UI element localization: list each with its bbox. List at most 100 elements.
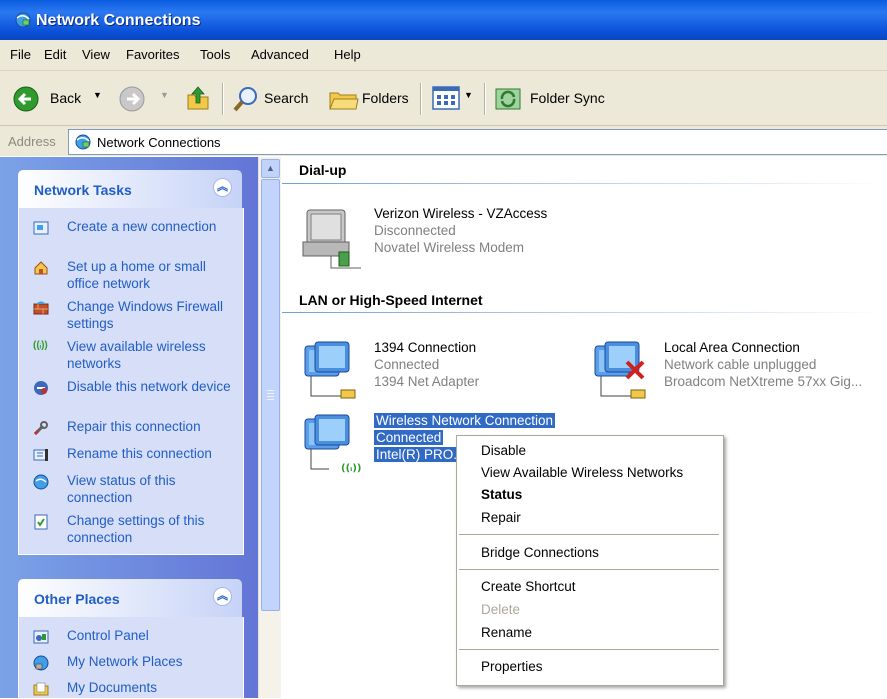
menu-item-rename[interactable]: Rename [481, 625, 532, 640]
connection-1394[interactable]: 1394 Connection Connected 1394 Net Adapt… [301, 340, 561, 410]
task-pane-scrollbar[interactable]: ▲ [258, 157, 281, 698]
menu-separator [459, 534, 719, 535]
back-arrow-icon [13, 86, 39, 112]
menu-item-repair[interactable]: Repair [481, 510, 521, 525]
views-dropdown-icon[interactable]: ▼ [464, 90, 473, 100]
connection-device: Intel(R) PRO... [374, 447, 467, 462]
dialup-modem-icon [302, 209, 361, 269]
place-my-documents[interactable]: My Documents [33, 679, 233, 699]
task-label: Set up a home or small office network [67, 259, 206, 291]
task-label: Rename this connection [67, 446, 212, 461]
folders-icon [329, 92, 359, 110]
title-bar: Network Connections [0, 0, 887, 40]
place-my-network-places[interactable]: My Network Places [33, 653, 233, 673]
menu-favorites[interactable]: Favorites [126, 47, 179, 62]
folder-sync-button[interactable]: Folder Sync [494, 85, 614, 111]
task-create-connection[interactable]: Create a new connection [33, 218, 233, 254]
other-places-panel: Control Panel My Network Places My Docum… [18, 617, 244, 699]
network-places-icon [33, 655, 49, 671]
task-label: Repair this connection [67, 419, 201, 434]
group-header-dialup: Dial-up [299, 162, 347, 178]
settings-icon [34, 514, 48, 530]
scroll-up-icon[interactable]: ▲ [261, 159, 280, 178]
folders-button[interactable]: Folders [328, 85, 414, 111]
place-control-panel[interactable]: Control Panel [33, 627, 233, 647]
views-button[interactable]: ▼ [432, 85, 478, 111]
group-divider [282, 183, 887, 184]
forward-button[interactable]: ▼ [118, 85, 169, 112]
menu-separator [459, 569, 719, 570]
task-pane: Network Tasks ︽ Create a new connection … [0, 157, 258, 699]
task-home-network[interactable]: Set up a home or small office network [33, 258, 233, 294]
connection-status: Connected [374, 430, 444, 445]
network-tasks-panel: Create a new connection Set up a home or… [18, 208, 244, 555]
connection-status: Connected [374, 357, 440, 372]
back-button[interactable]: Back ▼ [12, 85, 102, 112]
address-field[interactable]: Network Connections [68, 129, 887, 155]
task-view-status[interactable]: View status of this connection [33, 472, 233, 508]
task-view-wireless[interactable]: ((ᵢ)) View available wireless networks [33, 338, 233, 374]
up-folder-icon[interactable] [184, 83, 212, 113]
collapse-chevron-icon[interactable]: ︽ [213, 178, 232, 197]
task-change-settings[interactable]: Change settings of this connection [33, 512, 233, 548]
connection-status: Disconnected [374, 223, 456, 238]
search-button[interactable]: Search [232, 85, 312, 112]
menu-item-bridge-connections[interactable]: Bridge Connections [481, 545, 599, 560]
menu-item-view-wireless-networks[interactable]: View Available Wireless Networks [481, 465, 683, 480]
scroll-thumb[interactable] [261, 179, 280, 611]
task-repair-connection[interactable]: Repair this connection [33, 418, 233, 438]
place-label: My Documents [67, 680, 158, 695]
task-label: View available wireless networks [67, 339, 206, 371]
task-label: Change Windows Firewall settings [67, 299, 224, 331]
disable-icon [34, 381, 48, 395]
menu-file[interactable]: File [10, 47, 31, 62]
menu-edit[interactable]: Edit [44, 47, 66, 62]
forward-arrow-icon [119, 86, 145, 112]
task-label: View status of this connection [67, 473, 176, 505]
menu-tools[interactable]: Tools [200, 47, 230, 62]
collapse-chevron-icon[interactable]: ︽ [213, 587, 232, 606]
home-network-icon [34, 261, 48, 275]
connection-device: Novatel Wireless Modem [374, 240, 525, 255]
network-tasks-header[interactable]: Network Tasks ︽ [18, 170, 242, 208]
menu-item-disable[interactable]: Disable [481, 443, 526, 458]
menu-item-status[interactable]: Status [481, 487, 522, 502]
place-label: Control Panel [67, 628, 149, 643]
connection-local-area[interactable]: Local Area Connection Network cable unpl… [591, 340, 887, 410]
repair-icon [33, 421, 48, 436]
forward-dropdown-icon[interactable]: ▼ [160, 90, 169, 100]
task-disable-device[interactable]: Disable this network device [33, 378, 233, 414]
other-places-title: Other Places [34, 591, 120, 607]
back-dropdown-icon[interactable]: ▼ [93, 90, 102, 100]
folder-sync-icon [495, 88, 521, 110]
wireless-icon: ((ᵢ)) [33, 340, 48, 351]
connection-status: Network cable unplugged [664, 357, 817, 372]
menu-help[interactable]: Help [334, 47, 361, 62]
network-connections-icon [75, 134, 91, 150]
views-icon [432, 86, 460, 110]
menu-item-properties[interactable]: Properties [481, 659, 543, 674]
menu-view[interactable]: View [82, 47, 110, 62]
task-rename-connection[interactable]: Rename this connection [33, 445, 233, 465]
group-divider [282, 312, 887, 313]
network-tasks-title: Network Tasks [34, 182, 132, 198]
svg-text:((ᵢ)): ((ᵢ)) [341, 463, 361, 474]
toolbar: Back ▼ ▼ Search Folders ▼ Folder Sync [0, 71, 887, 126]
menu-bar: File Edit View Favorites Tools Advanced … [0, 40, 887, 71]
firewall-icon [33, 301, 49, 315]
menu-advanced[interactable]: Advanced [251, 47, 309, 62]
network-connections-icon [15, 12, 31, 28]
connection-verizon-wireless[interactable]: Verizon Wireless - VZAccess Disconnected… [301, 206, 561, 276]
connection-name: Verizon Wireless - VZAccess [374, 206, 548, 221]
back-label: Back [50, 90, 82, 106]
folder-sync-label: Folder Sync [530, 90, 605, 106]
other-places-header[interactable]: Other Places ︽ [18, 579, 242, 617]
lan-unplugged-icon [594, 341, 646, 399]
context-menu: Disable View Available Wireless Networks… [456, 435, 724, 686]
menu-item-create-shortcut[interactable]: Create Shortcut [481, 579, 576, 594]
status-icon [33, 474, 49, 490]
task-label: Change settings of this connection [67, 513, 205, 545]
menu-separator [459, 649, 719, 650]
address-bar: Address Network Connections [0, 126, 887, 156]
task-firewall-settings[interactable]: Change Windows Firewall settings [33, 298, 233, 334]
